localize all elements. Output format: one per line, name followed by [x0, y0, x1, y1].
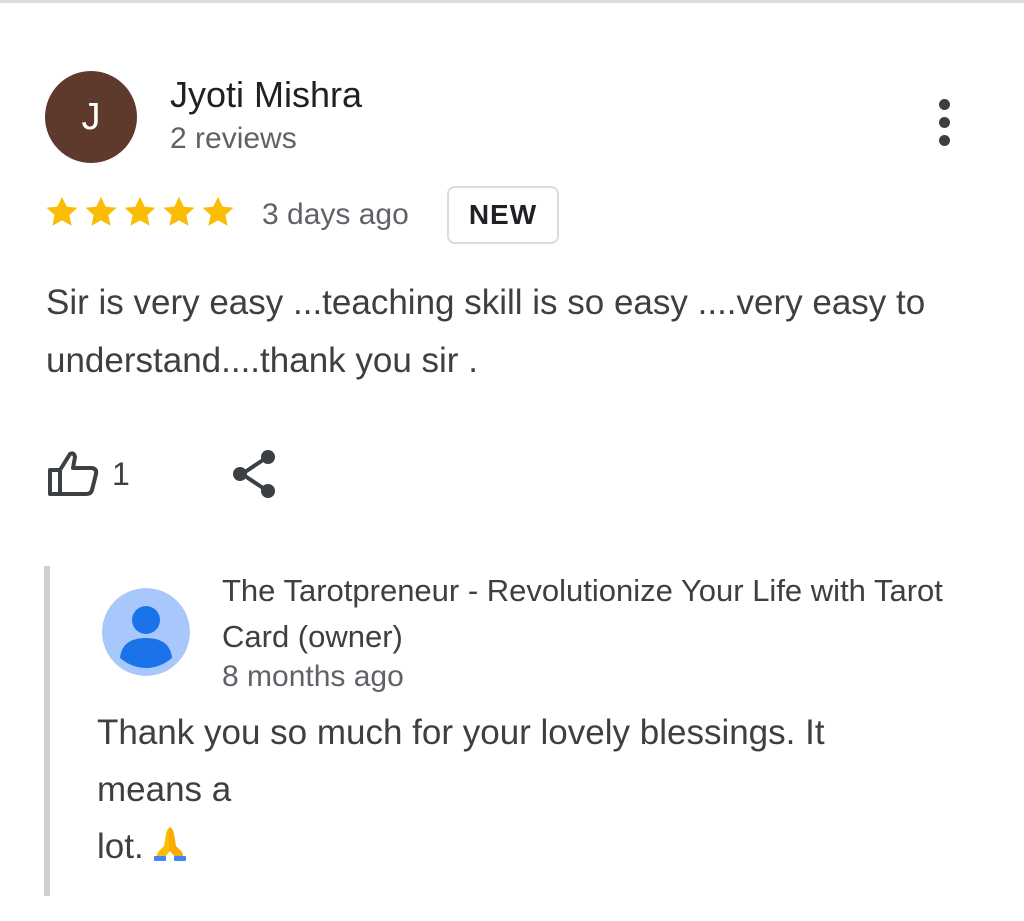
more-vert-icon-dot	[938, 134, 950, 146]
share-icon	[233, 450, 275, 498]
reply-text-line: Thank you so much for your lovely blessi…	[97, 713, 825, 752]
share-button[interactable]	[228, 446, 284, 502]
reply-text-line: lot.	[97, 827, 144, 866]
star-icon	[202, 196, 234, 226]
star-icon	[46, 196, 78, 226]
reviewer-avatar-initial: J	[81, 95, 101, 138]
top-divider	[0, 0, 1024, 3]
reply-text: Thank you so much for your lovely blessi…	[97, 704, 927, 875]
new-badge: NEW	[447, 186, 559, 244]
star-icon	[85, 196, 117, 226]
reply-text-line: means a	[97, 770, 232, 809]
like-button[interactable]: 1	[46, 446, 136, 502]
thumbs-up-icon	[48, 451, 99, 496]
folded-hands-emoji	[153, 827, 186, 861]
reviewer-avatar[interactable]: J	[45, 71, 137, 163]
more-vert-icon	[938, 98, 950, 110]
reviewer-review-count: 2 reviews	[170, 122, 297, 155]
review-time: 3 days ago	[262, 198, 409, 231]
star-icon	[163, 196, 195, 226]
review-text: Sir is very easy ...teaching skill is so…	[46, 283, 926, 380]
owner-name: The Tarotpreneur - Revolutionize Your Li…	[222, 573, 943, 654]
like-count: 1	[112, 456, 130, 492]
star-rating	[44, 194, 236, 230]
default-person-icon	[102, 588, 190, 676]
more-vert-icon-dot	[938, 116, 950, 128]
reviewer-name[interactable]: Jyoti Mishra	[170, 74, 362, 116]
reply-time: 8 months ago	[222, 660, 404, 693]
reply-text-last-line: lot.	[97, 818, 927, 875]
star-icon	[124, 196, 156, 226]
more-options-button[interactable]	[920, 92, 968, 152]
owner-avatar	[102, 588, 190, 676]
owner-reply: The Tarotpreneur - Revolutionize Your Li…	[44, 566, 990, 896]
